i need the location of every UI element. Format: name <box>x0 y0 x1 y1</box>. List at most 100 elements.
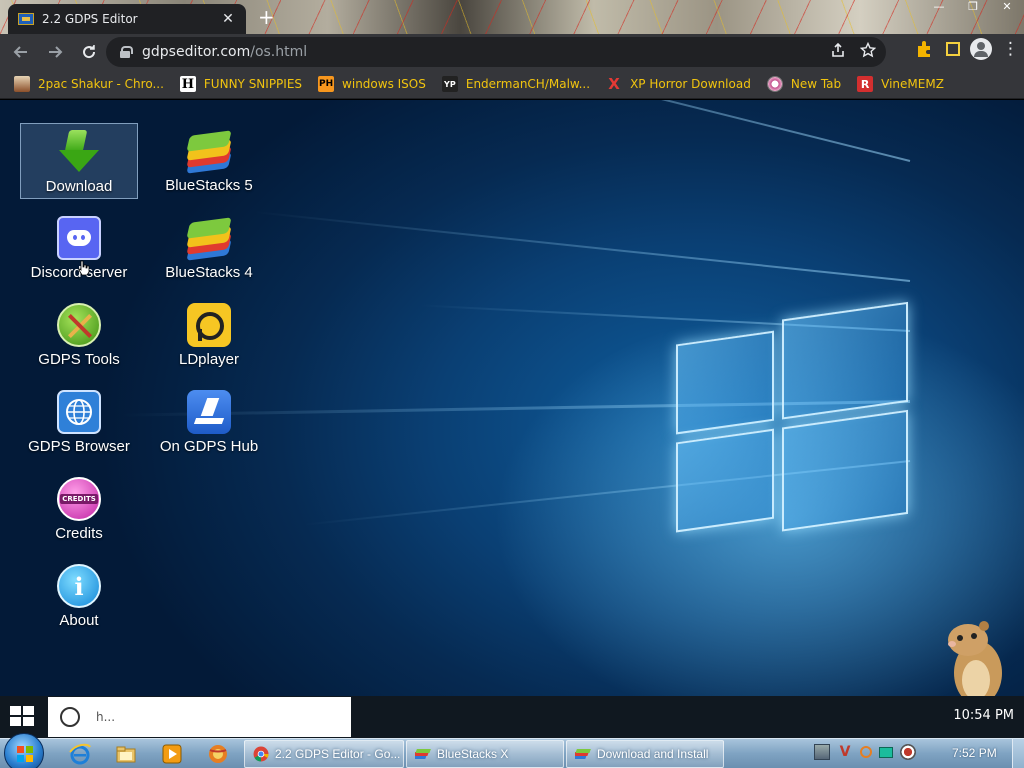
taskbar-item-label: 2.2 GDPS Editor - Go... <box>275 747 401 761</box>
bookmark-funny-snippies[interactable]: H FUNNY SNIPPIES <box>179 76 302 92</box>
desktop-icon-ldplayer[interactable]: LDplayer <box>150 297 268 373</box>
wallpaper-light-ray <box>172 100 911 162</box>
bookmark-label: windows ISOS <box>342 77 426 91</box>
globe-icon <box>766 76 783 92</box>
yp-logo-icon: YP <box>441 76 458 92</box>
browser-tab[interactable]: 2.2 GDPS Editor ✕ <box>8 4 246 34</box>
ph-logo-icon: PH <box>318 76 335 92</box>
bookmark-2pac[interactable]: 2pac Shakur - Chro... <box>14 76 164 92</box>
system-tray: V <box>814 744 916 760</box>
side-panel-icon[interactable] <box>946 42 960 56</box>
windows7-taskbar: 2.2 GDPS Editor - Go... BlueStacks X Dow… <box>0 733 1024 768</box>
desktop-icon-about[interactable]: i About <box>20 558 138 634</box>
desktop-icon-bluestacks-5[interactable]: BlueStacks 5 <box>150 123 268 199</box>
bookmark-label: VineMEMZ <box>881 77 944 91</box>
bookmark-label: New Tab <box>790 77 842 91</box>
hamster-sticker-icon <box>948 621 1002 705</box>
chrome-icon <box>253 746 269 762</box>
desktop-icon-label: LDplayer <box>178 351 240 368</box>
forward-arrow-icon <box>49 46 63 58</box>
tray-volume-icon[interactable] <box>900 744 916 760</box>
album-icon <box>14 76 30 92</box>
file-explorer-icon[interactable] <box>114 742 138 766</box>
credits-icon: CREDITS <box>57 477 101 521</box>
taskbar-item-download-install[interactable]: Download and Install <box>566 740 724 768</box>
x-icon: X <box>608 75 620 93</box>
desktop-icon-gdps-hub[interactable]: On GDPS Hub <box>150 384 268 460</box>
toolbar-right-actions: ⋮ <box>914 38 1019 60</box>
r-logo-icon: R <box>857 76 874 92</box>
desktop-icon-gdps-tools[interactable]: GDPS Tools <box>20 297 138 373</box>
desktop-icon-download[interactable]: Download <box>20 123 138 199</box>
taskbar-item-label: BlueStacks X <box>437 747 509 761</box>
discord-icon <box>57 216 101 260</box>
bookmark-new-tab[interactable]: New Tab <box>766 76 842 92</box>
windows-logo-wallpaper <box>676 292 910 557</box>
web-desktop: Download Discord server GDPS Tools GDPS … <box>0 100 1024 696</box>
search-placeholder: h... <box>96 710 116 724</box>
bookmark-xp-horror[interactable]: X XP Horror Download <box>606 75 751 93</box>
browser-title-bar: 2.2 GDPS Editor ✕ + — ❐ ✕ <box>0 0 1024 34</box>
taskbar-item-chrome[interactable]: 2.2 GDPS Editor - Go... <box>244 740 404 768</box>
bookmark-windows-isos[interactable]: PH windows ISOS <box>318 76 426 92</box>
url-path: /os.html <box>250 44 308 60</box>
start-orb-button[interactable] <box>4 733 44 768</box>
gdps-hub-icon <box>187 390 231 434</box>
tab-title: 2.2 GDPS Editor <box>42 12 138 26</box>
desktop-icon-credits[interactable]: CREDITS Credits <box>20 471 138 547</box>
desktop-icon-label: BlueStacks 5 <box>165 177 253 194</box>
taskbar-item-label: Download and Install <box>597 747 709 761</box>
show-desktop-button[interactable] <box>1012 739 1024 768</box>
wallpaper-light-ray <box>253 211 911 282</box>
download-icon <box>57 130 101 174</box>
web-os-clock: 10:54 PM <box>953 708 1014 723</box>
desktop-icon-bluestacks-4[interactable]: BlueStacks 4 <box>150 210 268 286</box>
window-controls: — ❐ ✕ <box>922 0 1024 16</box>
reload-button[interactable] <box>72 37 106 67</box>
address-bar-actions <box>830 42 876 58</box>
tray-search-icon[interactable] <box>860 746 872 758</box>
bookmark-label: EndermanCH/Malw... <box>465 77 591 91</box>
close-window-button[interactable]: ✕ <box>990 0 1024 16</box>
bluestacks-icon <box>186 129 232 174</box>
new-tab-button[interactable]: + <box>258 6 275 28</box>
windows-flag-icon <box>17 746 33 762</box>
tray-v-icon[interactable]: V <box>837 744 853 760</box>
web-os-taskbar: h... 10:54 PM <box>0 696 1024 738</box>
ldplayer-icon <box>187 303 231 347</box>
forward-button[interactable] <box>38 37 72 67</box>
windows-start-icon[interactable] <box>10 706 36 728</box>
share-icon[interactable] <box>830 42 846 58</box>
internet-explorer-icon[interactable] <box>68 742 92 766</box>
tab-close-icon[interactable]: ✕ <box>220 11 236 27</box>
bookmark-endermanch[interactable]: YP EndermanCH/Malw... <box>441 76 591 92</box>
desktop-icon-label: About <box>59 612 99 629</box>
desktop-icon-gdps-browser[interactable]: GDPS Browser <box>20 384 138 460</box>
back-arrow-icon <box>13 46 27 58</box>
bookmark-label: 2pac Shakur - Chro... <box>38 77 164 91</box>
lock-icon[interactable] <box>120 46 133 58</box>
tab-favicon-icon <box>18 13 34 25</box>
address-bar[interactable]: gdpseditor.com/os.html <box>106 37 886 67</box>
app-pinned-icon[interactable] <box>206 742 230 766</box>
extensions-puzzle-icon[interactable] <box>914 38 936 60</box>
reload-icon <box>83 45 96 59</box>
back-button[interactable] <box>4 37 38 67</box>
profile-avatar-icon[interactable] <box>970 38 992 60</box>
web-os-search-box[interactable]: h... <box>48 697 351 737</box>
browser-toolbar: gdpseditor.com/os.html ⋮ <box>0 34 1024 70</box>
minimize-button[interactable]: — <box>922 0 956 16</box>
tray-app-icon[interactable] <box>814 744 830 760</box>
bluestacks-icon <box>415 749 431 759</box>
restore-button[interactable]: ❐ <box>956 0 990 16</box>
bookmark-vinememz[interactable]: R VineMEMZ <box>857 76 944 92</box>
chrome-menu-icon[interactable]: ⋮ <box>1002 39 1019 59</box>
url-domain: gdpseditor.com <box>142 44 251 60</box>
logo-pane <box>782 409 908 532</box>
bookmark-star-icon[interactable] <box>860 42 876 58</box>
media-player-icon[interactable] <box>160 742 184 766</box>
bluestacks-icon <box>186 216 232 261</box>
tray-display-icon[interactable] <box>879 746 893 758</box>
credits-badge-text: CREDITS <box>60 494 98 504</box>
taskbar-item-bluestacks-x[interactable]: BlueStacks X <box>406 740 564 768</box>
